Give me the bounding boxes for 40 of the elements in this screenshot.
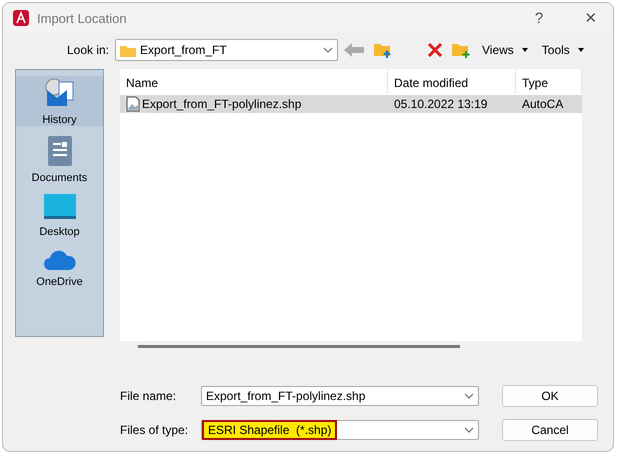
table-cell: 05.10.2022 13:19 bbox=[394, 97, 488, 111]
views-menu-button[interactable]: Views bbox=[480, 43, 530, 57]
close-button[interactable]: ✕ bbox=[569, 3, 613, 33]
file-type-dropdown[interactable]: ESRI Shapefile (*.shp) bbox=[201, 420, 479, 440]
caret-icon bbox=[578, 48, 584, 52]
folder-icon bbox=[120, 44, 136, 56]
document-icon bbox=[48, 136, 72, 166]
folder-up-icon[interactable] bbox=[374, 42, 392, 58]
history-icon bbox=[42, 76, 76, 108]
back-arrow-icon[interactable] bbox=[344, 43, 364, 57]
cancel-button[interactable]: Cancel bbox=[502, 419, 598, 441]
app-logo-icon bbox=[13, 10, 29, 26]
table-cell: AutoCA bbox=[522, 97, 564, 111]
chevron-down-icon bbox=[323, 47, 333, 53]
window-title: Import Location bbox=[37, 10, 128, 26]
chevron-down-icon bbox=[464, 393, 474, 399]
look-in-dropdown[interactable]: Export_from_FT bbox=[115, 39, 338, 61]
column-header[interactable]: Date modified bbox=[388, 69, 516, 93]
table-cell: Export_from_FT-polylinez.shp bbox=[142, 97, 302, 111]
file-name-label: File name: bbox=[120, 389, 178, 403]
sidebar-item[interactable]: Documents bbox=[16, 136, 103, 184]
monitor-icon bbox=[44, 194, 76, 220]
column-header[interactable]: Name bbox=[120, 69, 388, 93]
file-row[interactable]: Export_from_FT-polylinez.shp 05.10.2022 13:19 AutoCA bbox=[120, 95, 582, 113]
ok-button[interactable]: OK bbox=[502, 385, 598, 407]
file-type-label: Files of type: bbox=[120, 423, 190, 437]
file-icon bbox=[126, 96, 140, 112]
new-folder-icon[interactable] bbox=[452, 42, 470, 58]
file-name-field[interactable]: Export_from_FT-polylinez.shp bbox=[201, 386, 479, 406]
column-header[interactable]: Type bbox=[516, 69, 582, 93]
caret-icon bbox=[522, 48, 528, 52]
chevron-down-icon bbox=[464, 427, 474, 433]
tools-menu-button[interactable]: Tools bbox=[540, 43, 586, 57]
delete-icon[interactable] bbox=[428, 43, 442, 57]
sidebar-item[interactable]: History bbox=[16, 76, 103, 126]
cloud-icon bbox=[44, 248, 76, 270]
sidebar-item[interactable]: Desktop bbox=[16, 194, 103, 238]
look-in-label: Look in: bbox=[66, 43, 109, 57]
help-button[interactable]: ? bbox=[517, 3, 561, 33]
sidebar-item[interactable]: OneDrive bbox=[16, 248, 103, 288]
